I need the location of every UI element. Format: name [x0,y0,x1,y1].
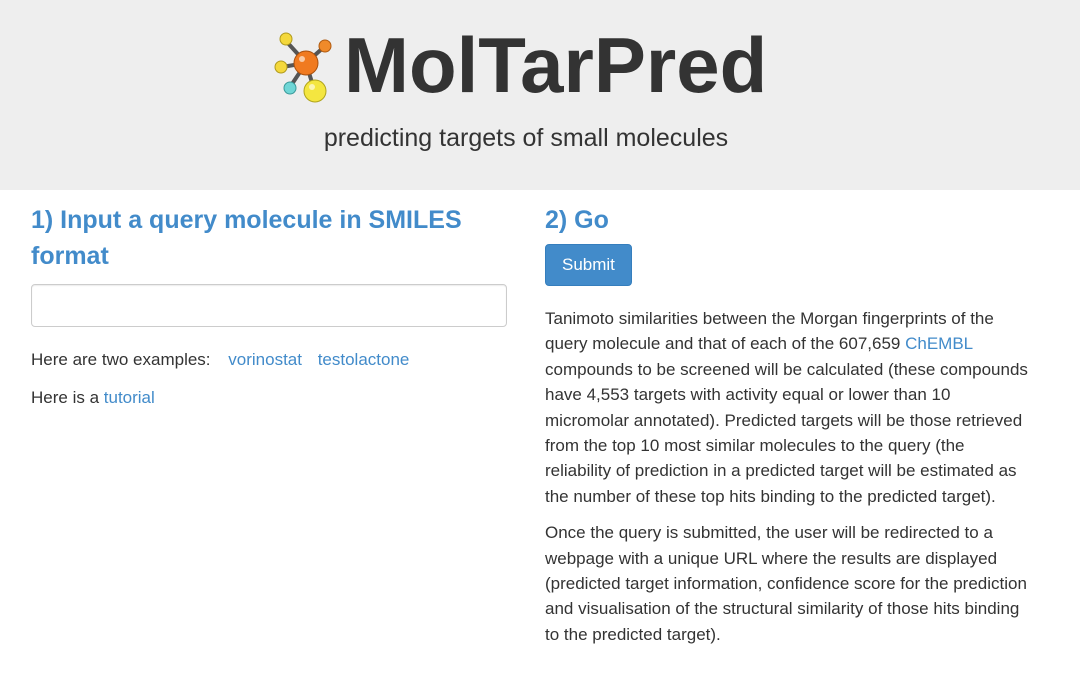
tutorial-prefix: Here is a [31,388,100,407]
page-subtitle: predicting targets of small molecules [323,124,729,152]
example-testolactone-link[interactable]: testolactone [318,350,410,369]
input-heading: 1) Input a query molecule in SMILES form… [31,206,462,270]
logo: MolTarPred [270,22,767,108]
redirect-paragraph: Once the query is submitted, the user wi… [545,523,1027,644]
tutorial-link[interactable]: tutorial [104,388,155,407]
examples-row: Here are two examples: vorinostat testol… [31,348,511,372]
tutorial-row: Here is a tutorial [31,386,511,410]
go-section: 2) Go Submit Tanimoto similarities betwe… [545,202,1035,647]
molecule-icon [274,32,332,103]
smiles-input[interactable] [31,284,507,327]
go-heading: 2) Go [545,206,609,234]
logo-text: MolTarPred [344,21,768,109]
page-header: MolTarPred predicting targets of small m… [0,0,1080,190]
chembl-link[interactable]: ChEMBL [905,334,972,353]
examples-label: Here are two examples: [31,350,211,369]
example-vorinostat-link[interactable]: vorinostat [228,350,302,369]
description-text-b: compounds to be screened will be calcula… [545,359,1028,506]
submit-button[interactable]: Submit [545,244,632,286]
description-paragraph: Tanimoto similarities between the Morgan… [545,306,1035,509]
input-section: 1) Input a query molecule in SMILES form… [31,202,511,410]
